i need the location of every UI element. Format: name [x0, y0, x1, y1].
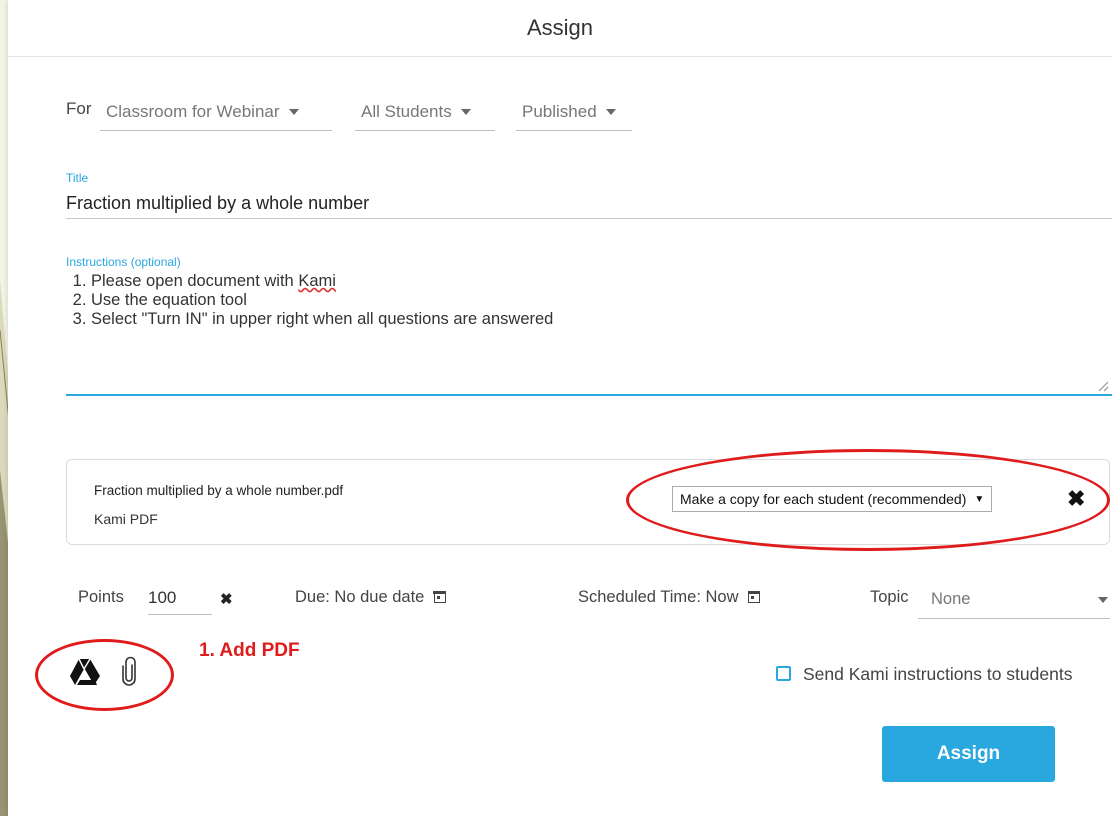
- annotation-oval-add-pdf: [35, 639, 174, 711]
- instruction-line: Select "Turn IN" in upper right when all…: [91, 310, 1106, 329]
- add-pdf-annotation: 1. Add PDF: [199, 640, 300, 661]
- classroom-dropdown[interactable]: Classroom for Webinar: [100, 94, 332, 131]
- due-date-picker[interactable]: Due: No due date: [295, 588, 446, 607]
- instruction-line: Use the equation tool: [91, 291, 1106, 310]
- title-input[interactable]: Fraction multiplied by a whole number: [66, 193, 369, 214]
- instructions-label: Instructions (optional): [66, 255, 181, 269]
- caret-down-icon: [605, 109, 616, 115]
- assign-dialog: Assign For Classroom for Webinar All Stu…: [8, 0, 1112, 816]
- dialog-title: Assign: [526, 15, 594, 40]
- status-dropdown[interactable]: Published: [516, 94, 632, 131]
- due-date-label: Due: No due date: [295, 588, 425, 606]
- for-label: For: [66, 99, 92, 118]
- attachment-file-name: Fraction multiplied by a whole number.pd…: [94, 483, 344, 498]
- instructions-textarea[interactable]: Please open document with Kami Use the e…: [66, 272, 1106, 392]
- send-instructions-checkbox[interactable]: [776, 666, 791, 681]
- caret-down-icon: [1098, 597, 1108, 603]
- points-value: 100: [148, 588, 177, 607]
- calendar-icon: [433, 590, 446, 603]
- spellcheck-word: Kami: [298, 272, 336, 290]
- caret-down-icon: [288, 109, 299, 115]
- instructions-underline: [66, 394, 1112, 396]
- status-dropdown-value: Published: [522, 102, 597, 121]
- scheduled-time-picker[interactable]: Scheduled Time: Now: [578, 588, 761, 607]
- audience-dropdown-value: All Students: [361, 102, 452, 121]
- scheduled-time-label: Scheduled Time: Now: [578, 588, 739, 606]
- topic-label: Topic: [870, 588, 909, 606]
- assign-button[interactable]: Assign: [882, 726, 1055, 782]
- title-label: Title: [66, 171, 89, 185]
- calendar-icon: [747, 590, 761, 603]
- caret-down-icon: [460, 109, 471, 115]
- classroom-dropdown-value: Classroom for Webinar: [106, 102, 280, 121]
- attachment-file-type: Kami PDF: [94, 511, 158, 527]
- points-input[interactable]: 100: [148, 584, 212, 615]
- instruction-line: Please open document with Kami: [91, 272, 1106, 291]
- topic-dropdown-value: None: [931, 590, 971, 608]
- points-label: Points: [78, 588, 124, 606]
- resize-grip-icon[interactable]: [1098, 381, 1109, 392]
- dialog-header: Assign: [8, 0, 1112, 57]
- audience-dropdown[interactable]: All Students: [355, 94, 495, 131]
- assign-button-label: Assign: [936, 743, 1001, 764]
- clear-points-icon[interactable]: ✖: [220, 590, 233, 608]
- send-instructions-label[interactable]: Send Kami instructions to students: [803, 664, 1072, 685]
- annotation-oval-share-mode: [626, 449, 1110, 551]
- title-underline: [66, 218, 1112, 219]
- topic-dropdown[interactable]: None: [918, 582, 1110, 619]
